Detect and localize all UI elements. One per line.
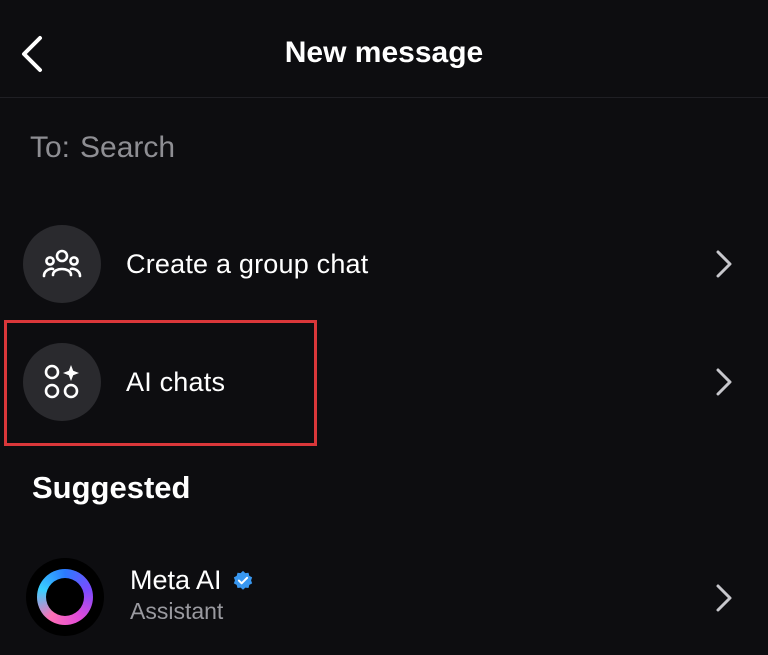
- suggested-name: Meta AI: [130, 565, 254, 596]
- create-group-chat-label: Create a group chat: [126, 248, 369, 279]
- to-label: To:: [30, 131, 71, 164]
- ai-chats-icon: [44, 364, 79, 399]
- ai-chats-row[interactable]: AI chats: [0, 332, 768, 432]
- ai-chats-icon-circle: [23, 343, 101, 421]
- suggested-name-text: Meta AI: [130, 565, 222, 595]
- verified-badge-icon: [233, 570, 252, 590]
- avatar: [26, 558, 104, 636]
- suggested-heading: Suggested: [32, 470, 191, 505]
- suggested-item-meta-ai[interactable]: [0, 548, 768, 648]
- ai-chats-label: AI chats: [126, 366, 226, 397]
- chevron-right-icon: [714, 366, 734, 398]
- chevron-right-icon: [714, 582, 734, 614]
- recipient-row: To:: [30, 128, 481, 168]
- group-icon-circle: [23, 225, 101, 303]
- suggested-subtitle: Assistant: [130, 598, 224, 624]
- create-group-chat-row[interactable]: Create a group chat: [0, 214, 768, 314]
- meta-ai-ring-icon: [37, 569, 93, 625]
- page-title: New message: [284, 36, 484, 69]
- header: New message: [0, 0, 768, 98]
- search-input[interactable]: [70, 131, 481, 165]
- chevron-right-icon: [714, 248, 734, 280]
- group-icon: [42, 249, 82, 278]
